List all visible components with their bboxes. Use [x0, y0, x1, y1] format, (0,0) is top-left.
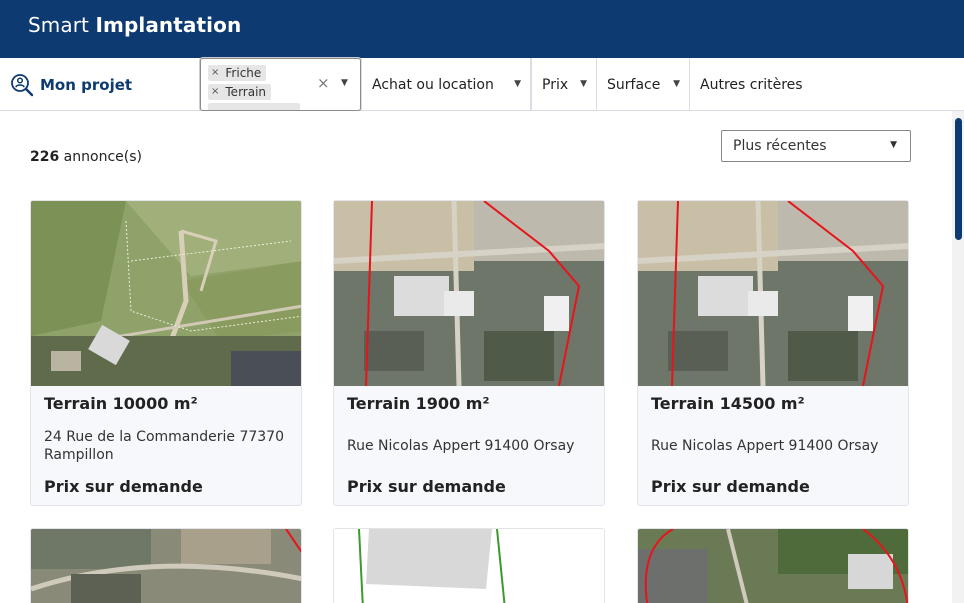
mon-projet-label: Mon projet	[40, 75, 133, 94]
listing-price: Prix sur demande	[651, 477, 810, 496]
listing-address: Rue Nicolas Appert 91400 Orsay	[347, 438, 575, 454]
tag-chip: × Terrain	[208, 84, 272, 100]
chevron-down-icon: ▼	[673, 79, 680, 89]
tag-label: Terrain	[225, 85, 267, 99]
listing-card[interactable]: Terrain 1900 m² Rue Nicolas Appert 91400…	[333, 200, 605, 506]
scrollbar-thumb[interactable]	[955, 118, 962, 240]
autres-criteres-label: Autres critères	[700, 76, 803, 93]
listing-card[interactable]	[30, 528, 302, 603]
listing-card[interactable]: Terrain 14500 m² Rue Nicolas Appert 9140…	[637, 200, 909, 506]
listing-aerial-image	[638, 529, 908, 603]
chevron-down-icon: ▼	[514, 79, 521, 89]
results-count: 226 annonce(s)	[30, 149, 142, 165]
listing-aerial-image	[334, 201, 604, 386]
surface-label: Surface	[607, 76, 661, 93]
listing-aerial-image	[31, 201, 301, 386]
sort-label: Plus récentes	[733, 138, 827, 154]
chevron-down-icon[interactable]: ▼	[341, 78, 348, 88]
tag-remove-icon[interactable]: ×	[211, 65, 219, 81]
filter-bar: Mon projet × Friche × Terrain × ▼ Achat …	[0, 58, 964, 111]
tag-chip-overflow	[208, 103, 300, 110]
brand-logo[interactable]: Smart Implantation	[28, 13, 241, 37]
results-panel: 226 annonce(s) Plus récentes ▼ Terrain 1…	[0, 111, 952, 603]
listing-card[interactable]	[333, 528, 605, 603]
chevron-down-icon: ▼	[890, 140, 897, 150]
top-header: Smart Implantation	[0, 0, 964, 58]
listing-price: Prix sur demande	[44, 477, 203, 496]
achat-location-select[interactable]: Achat ou location ▼	[361, 58, 531, 111]
project-search-icon	[11, 73, 34, 96]
listing-title: Terrain 14500 m²	[651, 394, 805, 413]
listing-card[interactable]: Terrain 10000 m² 24 Rue de la Commanderi…	[30, 200, 302, 506]
sort-select[interactable]: Plus récentes ▼	[721, 130, 911, 162]
tag-chip: × Friche	[208, 65, 267, 81]
prix-label: Prix	[542, 76, 569, 93]
achat-location-label: Achat ou location	[372, 76, 494, 93]
listing-title: Terrain 1900 m²	[347, 394, 490, 413]
listing-card[interactable]	[637, 528, 909, 603]
chevron-down-icon: ▼	[580, 79, 587, 89]
listing-title: Terrain 10000 m²	[44, 394, 198, 413]
mon-projet-button[interactable]: Mon projet	[0, 58, 200, 111]
tag-remove-icon[interactable]: ×	[211, 84, 219, 100]
prix-select[interactable]: Prix ▼	[531, 58, 597, 111]
listing-aerial-image	[638, 201, 908, 386]
listing-price: Prix sur demande	[347, 477, 506, 496]
type-multiselect[interactable]: × Friche × Terrain × ▼	[200, 58, 361, 111]
clear-icon[interactable]: ×	[317, 74, 330, 92]
listing-plan-image	[334, 529, 604, 603]
autres-criteres-button[interactable]: Autres critères	[700, 58, 803, 111]
tag-label: Friche	[225, 66, 262, 80]
listing-address: Rue Nicolas Appert 91400 Orsay	[651, 438, 879, 454]
listing-address: 24 Rue de la Commanderie 77370 Rampillon	[44, 429, 284, 463]
listing-aerial-image	[31, 529, 301, 603]
surface-select[interactable]: Surface ▼	[597, 58, 690, 111]
